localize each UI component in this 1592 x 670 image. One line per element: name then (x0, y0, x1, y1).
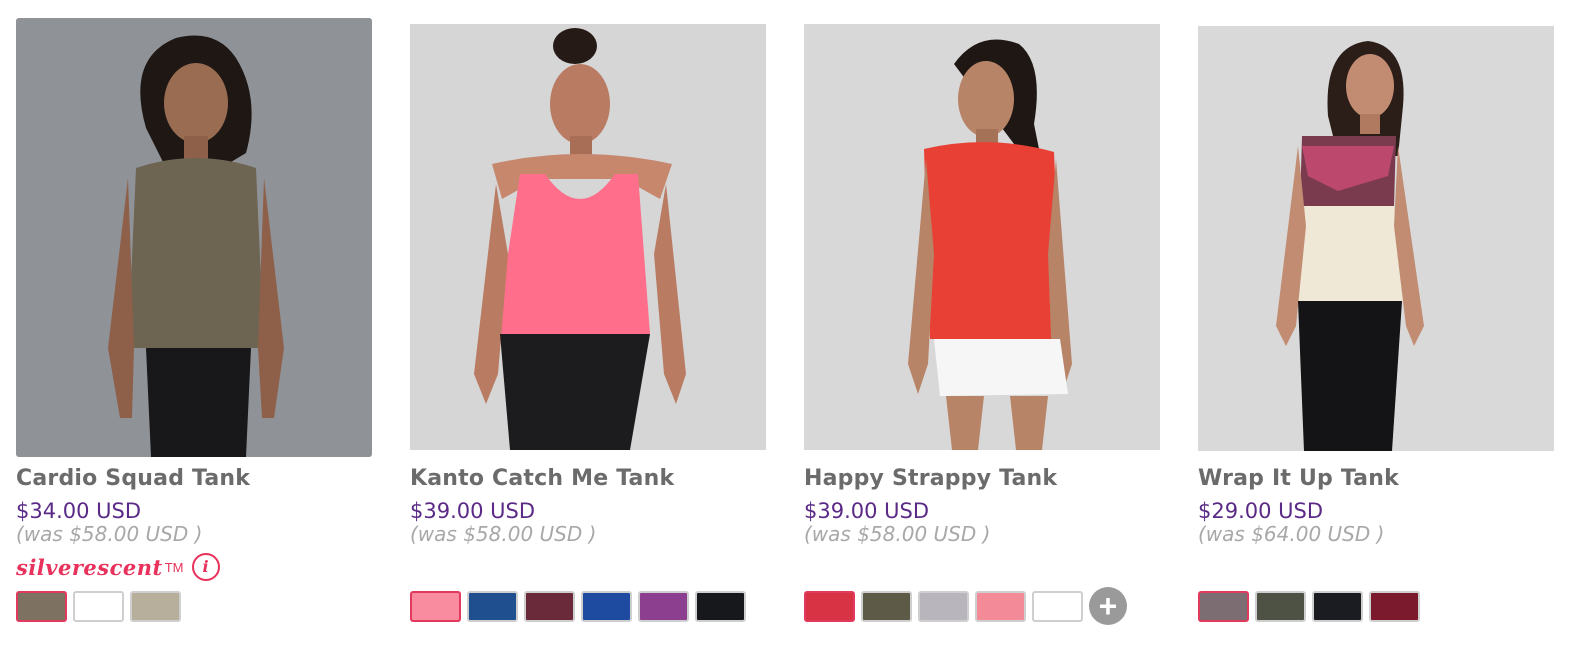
product-name[interactable]: Wrap It Up Tank (1198, 466, 1399, 491)
color-swatch[interactable] (1198, 591, 1249, 622)
color-swatch[interactable] (695, 591, 746, 622)
product-card: Happy Strappy Tank $39.00 USD (was $58.0… (804, 0, 1160, 670)
color-swatches (410, 591, 746, 622)
product-name[interactable]: Happy Strappy Tank (804, 466, 1057, 491)
color-swatches (1198, 591, 1420, 622)
color-swatch[interactable] (467, 591, 518, 622)
product-image[interactable] (410, 24, 766, 450)
sale-price: $29.00 USD (1198, 499, 1324, 523)
color-swatch[interactable] (1369, 591, 1420, 622)
original-price: (was $64.00 USD ) (1198, 522, 1385, 546)
product-image[interactable] (804, 24, 1160, 450)
sale-price: $39.00 USD (410, 499, 536, 523)
product-photo (804, 24, 1160, 450)
product-name[interactable]: Cardio Squad Tank (16, 466, 250, 491)
color-swatch[interactable] (861, 591, 912, 622)
color-swatch[interactable] (581, 591, 632, 622)
info-icon[interactable]: i (191, 553, 220, 581)
color-swatch[interactable] (16, 591, 67, 622)
color-swatch[interactable] (1255, 591, 1306, 622)
technology-label: silverescent (16, 554, 163, 580)
product-image[interactable] (16, 18, 372, 457)
color-swatch[interactable] (918, 591, 969, 622)
product-card: Cardio Squad Tank $34.00 USD (was $58.00… (16, 0, 372, 670)
color-swatch[interactable] (804, 591, 855, 622)
color-swatches (16, 591, 181, 622)
color-swatch[interactable] (524, 591, 575, 622)
sale-price: $34.00 USD (16, 499, 142, 523)
trademark-label: TM (164, 559, 184, 575)
original-price: (was $58.00 USD ) (410, 522, 597, 546)
sale-price: $39.00 USD (804, 499, 930, 523)
color-swatch[interactable] (73, 591, 124, 622)
product-card: Kanto Catch Me Tank $39.00 USD (was $58.… (410, 0, 766, 670)
original-price: (was $58.00 USD ) (16, 522, 203, 546)
more-colors-plus-icon[interactable]: + (1089, 587, 1127, 625)
color-swatch[interactable] (975, 591, 1026, 622)
color-swatch[interactable] (130, 591, 181, 622)
color-swatch[interactable] (1312, 591, 1363, 622)
technology-badge: silverescent TM i (16, 552, 220, 582)
product-photo (1198, 26, 1554, 451)
product-card: Wrap It Up Tank $29.00 USD (was $64.00 U… (1198, 0, 1554, 670)
product-name[interactable]: Kanto Catch Me Tank (410, 466, 674, 491)
product-photo (410, 24, 766, 450)
color-swatches: + (804, 587, 1127, 625)
product-photo (16, 18, 372, 457)
product-grid: Cardio Squad Tank $34.00 USD (was $58.00… (0, 0, 1592, 670)
color-swatch[interactable] (638, 591, 689, 622)
product-image[interactable] (1198, 26, 1554, 451)
original-price: (was $58.00 USD ) (804, 522, 991, 546)
color-swatch[interactable] (410, 591, 461, 622)
color-swatch[interactable] (1032, 591, 1083, 622)
